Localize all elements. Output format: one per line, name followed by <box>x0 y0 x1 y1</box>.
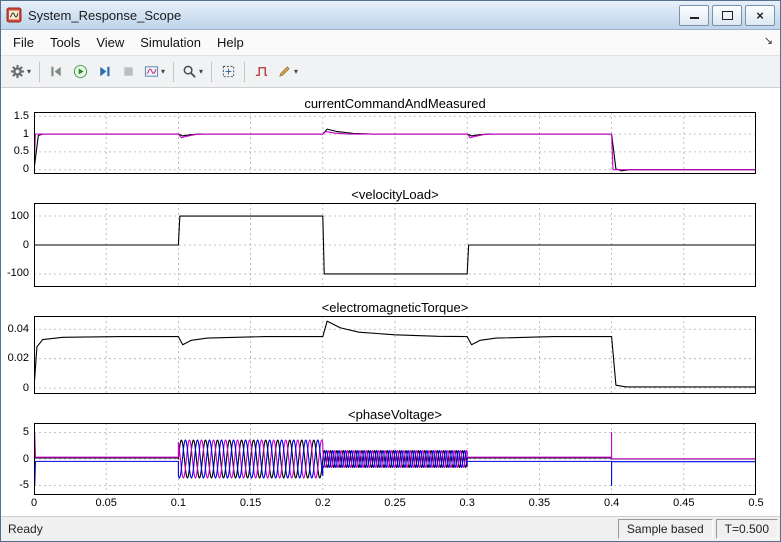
x-tick-label: 0.35 <box>529 497 550 509</box>
y-tick-label: 0.02 <box>8 352 29 364</box>
scope-window-icon <box>6 7 22 23</box>
y-tick-label: 0 <box>23 382 29 394</box>
toolbar-separator <box>173 62 174 82</box>
trigger-icon <box>254 64 269 79</box>
menu-bar: FileToolsViewSimulationHelp ↘ <box>1 30 780 56</box>
x-tick-label: 0.3 <box>460 497 475 509</box>
minimize-icon <box>690 17 699 19</box>
subplot-velocity: <velocityLoad> -100 0 100 <box>1 186 780 287</box>
toolbar-separator <box>211 62 212 82</box>
x-tick-label: 0.5 <box>748 497 763 509</box>
menu-item-view[interactable]: View <box>88 32 132 53</box>
subplot-torque: <electromagneticTorque> 0 0.02 0.04 <box>1 299 780 394</box>
menu-item-file[interactable]: File <box>5 32 42 53</box>
trigger-button[interactable] <box>250 60 272 84</box>
plot-area-torque[interactable] <box>34 316 756 394</box>
minimize-button[interactable] <box>679 5 709 26</box>
step-forward-button[interactable] <box>93 60 115 84</box>
status-text: Ready <box>8 522 43 536</box>
run-button[interactable] <box>69 60 91 84</box>
gear-icon <box>10 64 25 79</box>
y-axis-tick-labels: -5 0 5 <box>1 423 31 495</box>
fit-icon <box>221 64 236 79</box>
y-tick-label: 0.04 <box>8 323 29 335</box>
stop-icon <box>121 64 136 79</box>
x-tick-label: 0.05 <box>95 497 116 509</box>
y-tick-label: 1.5 <box>14 110 29 122</box>
step-forward-icon <box>97 64 112 79</box>
step-back-icon <box>49 64 64 79</box>
menu-item-help[interactable]: Help <box>209 32 252 53</box>
x-tick-label: 0.1 <box>171 497 186 509</box>
toolbar: ▾ ▾ ▾ ▾ <box>1 56 780 88</box>
simulation-options-button[interactable]: ▾ <box>141 60 168 84</box>
plot-area-velocity[interactable] <box>34 203 756 287</box>
x-tick-label: 0.25 <box>384 497 405 509</box>
y-tick-label: 0 <box>23 453 29 465</box>
y-tick-label: -5 <box>19 479 29 491</box>
y-tick-label: -100 <box>7 267 29 279</box>
menu-item-simulation[interactable]: Simulation <box>132 32 209 53</box>
close-button[interactable]: × <box>745 5 775 26</box>
fit-to-view-button[interactable] <box>217 60 239 84</box>
y-axis-tick-labels: 0 0.02 0.04 <box>1 316 31 394</box>
scope-window: System_Response_Scope × FileToolsViewSim… <box>0 0 781 542</box>
y-tick-label: 0 <box>23 239 29 251</box>
zoom-button[interactable]: ▾ <box>179 60 206 84</box>
stop-button[interactable] <box>117 60 139 84</box>
toolbar-separator <box>39 62 40 82</box>
y-tick-label: 100 <box>11 210 29 222</box>
y-tick-label: 0 <box>23 163 29 175</box>
plot-area-phase-voltage[interactable] <box>34 423 756 495</box>
chart-title-velocity: <velocityLoad> <box>34 186 756 203</box>
status-bar: Ready Sample based T=0.500 <box>1 516 780 541</box>
run-icon <box>73 64 88 79</box>
zoom-icon <box>182 64 197 79</box>
measurements-button[interactable]: ▾ <box>274 60 301 84</box>
title-bar[interactable]: System_Response_Scope × <box>1 1 780 30</box>
step-back-button[interactable] <box>45 60 67 84</box>
x-tick-label: 0 <box>31 497 37 509</box>
y-tick-label: 0.5 <box>14 145 29 157</box>
subplot-phase-voltage: <phaseVoltage> -505 00.050.10.150.20.250… <box>1 406 780 511</box>
plot-panel: currentCommandAndMeasured 0 0.5 1 1.5 <velo… <box>1 88 780 516</box>
x-tick-label: 0.45 <box>673 497 694 509</box>
y-tick-label: 1 <box>23 128 29 140</box>
y-tick-label: 5 <box>23 426 29 438</box>
dropdown-caret-icon: ▾ <box>27 67 31 76</box>
dropdown-caret-icon: ▾ <box>161 67 165 76</box>
maximize-button[interactable] <box>712 5 742 26</box>
sample-mode-indicator: Sample based <box>618 519 713 539</box>
menu-item-tools[interactable]: Tools <box>42 32 88 53</box>
x-tick-label: 0.15 <box>240 497 261 509</box>
close-icon: × <box>756 9 764 22</box>
x-tick-label: 0.4 <box>604 497 619 509</box>
measure-icon <box>277 64 292 79</box>
scope-parameters-button[interactable]: ▾ <box>7 60 34 84</box>
x-axis-tick-labels: 00.050.10.150.20.250.30.350.40.450.5 <box>34 495 756 511</box>
x-tick-label: 0.2 <box>315 497 330 509</box>
maximize-icon <box>722 11 733 20</box>
toolbar-separator <box>244 62 245 82</box>
dropdown-caret-icon: ▾ <box>199 67 203 76</box>
chart-title-current: currentCommandAndMeasured <box>34 95 756 112</box>
dock-arrow-icon[interactable]: ↘ <box>764 34 773 47</box>
dropdown-caret-icon: ▾ <box>294 67 298 76</box>
plot-area-current[interactable] <box>34 112 756 174</box>
chart-title-torque: <electromagneticTorque> <box>34 299 756 316</box>
subplot-current: currentCommandAndMeasured 0 0.5 1 1.5 <box>1 95 780 174</box>
y-axis-tick-labels: -100 0 100 <box>1 203 31 287</box>
window-title: System_Response_Scope <box>28 8 676 23</box>
sim-options-icon <box>144 64 159 79</box>
chart-title-phase-voltage: <phaseVoltage> <box>34 406 756 423</box>
y-axis-tick-labels: 0 0.5 1 1.5 <box>1 112 31 174</box>
sim-time-indicator: T=0.500 <box>716 519 778 539</box>
